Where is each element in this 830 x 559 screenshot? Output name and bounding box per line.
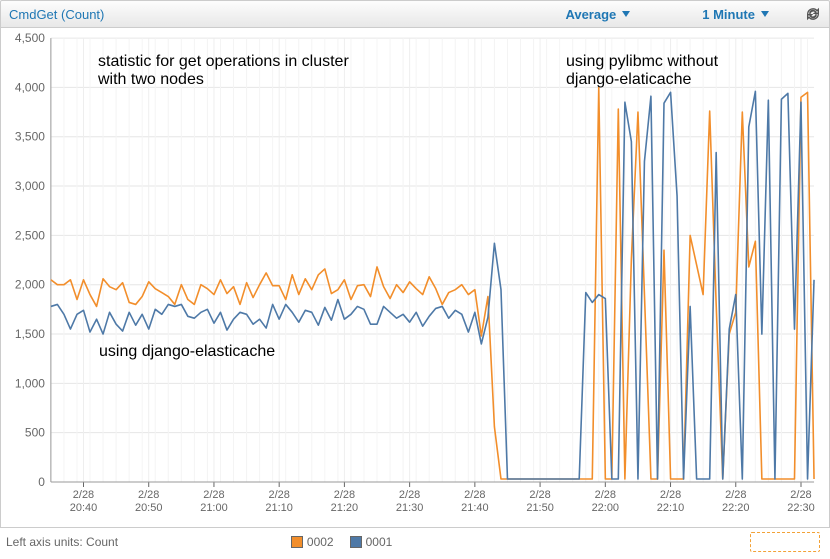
svg-text:22:00: 22:00 bbox=[592, 502, 619, 514]
selection-placeholder bbox=[750, 532, 820, 552]
svg-text:2/28: 2/28 bbox=[529, 489, 550, 501]
chart-toolbar: CmdGet (Count) Average 1 Minute bbox=[0, 0, 830, 28]
refresh-icon bbox=[805, 6, 821, 22]
chart-footer: Left axis units: Count 0002 0001 bbox=[0, 528, 830, 556]
period-label: 1 Minute bbox=[702, 7, 755, 22]
svg-text:22:20: 22:20 bbox=[722, 502, 749, 514]
chart-area: 0 500 1,000 1,500 2,000 2,500 3,000 3,500 4,000 4… bbox=[0, 28, 830, 528]
svg-text:22:30: 22:30 bbox=[787, 502, 814, 514]
svg-text:2,500: 2,500 bbox=[15, 228, 45, 242]
legend-label-0002: 0002 bbox=[307, 535, 334, 549]
svg-text:21:50: 21:50 bbox=[526, 502, 553, 514]
svg-text:2/28: 2/28 bbox=[464, 489, 485, 501]
svg-text:1,500: 1,500 bbox=[15, 327, 45, 341]
svg-text:2/28: 2/28 bbox=[268, 489, 289, 501]
svg-text:2/28: 2/28 bbox=[595, 489, 616, 501]
chevron-down-icon bbox=[622, 11, 630, 17]
refresh-button[interactable] bbox=[805, 6, 821, 22]
svg-text:2/28: 2/28 bbox=[334, 489, 355, 501]
svg-text:21:40: 21:40 bbox=[461, 502, 488, 514]
aggregation-label: Average bbox=[565, 7, 616, 22]
chevron-down-icon bbox=[761, 11, 769, 17]
aggregation-dropdown[interactable]: Average bbox=[559, 7, 636, 22]
svg-text:21:20: 21:20 bbox=[331, 502, 358, 514]
svg-text:500: 500 bbox=[25, 426, 45, 440]
period-dropdown[interactable]: 1 Minute bbox=[696, 7, 775, 22]
svg-text:2/28: 2/28 bbox=[660, 489, 681, 501]
svg-text:20:50: 20:50 bbox=[135, 502, 162, 514]
svg-text:2/28: 2/28 bbox=[203, 489, 224, 501]
svg-text:2,000: 2,000 bbox=[15, 278, 45, 292]
svg-text:20:40: 20:40 bbox=[70, 502, 97, 514]
svg-text:21:10: 21:10 bbox=[265, 502, 292, 514]
svg-text:21:30: 21:30 bbox=[396, 502, 423, 514]
svg-text:2/28: 2/28 bbox=[790, 489, 811, 501]
svg-text:2/28: 2/28 bbox=[725, 489, 746, 501]
legend-swatch-0001 bbox=[350, 536, 362, 548]
left-axis-units: Left axis units: Count bbox=[6, 535, 118, 549]
chart-title[interactable]: CmdGet (Count) bbox=[9, 7, 104, 22]
legend: 0002 0001 bbox=[291, 535, 404, 549]
svg-text:22:10: 22:10 bbox=[657, 502, 684, 514]
svg-text:3,000: 3,000 bbox=[15, 179, 45, 193]
legend-swatch-0002 bbox=[291, 536, 303, 548]
svg-text:0: 0 bbox=[38, 475, 45, 489]
svg-text:4,000: 4,000 bbox=[15, 80, 45, 94]
svg-text:4,500: 4,500 bbox=[15, 31, 45, 45]
line-chart: 0 500 1,000 1,500 2,000 2,500 3,000 3,500 4,000 4… bbox=[1, 28, 829, 527]
svg-text:21:00: 21:00 bbox=[200, 502, 227, 514]
svg-text:1,000: 1,000 bbox=[15, 376, 45, 390]
svg-text:3,500: 3,500 bbox=[15, 130, 45, 144]
svg-text:2/28: 2/28 bbox=[73, 489, 94, 501]
legend-label-0001: 0001 bbox=[366, 535, 393, 549]
svg-text:2/28: 2/28 bbox=[138, 489, 159, 501]
svg-text:2/28: 2/28 bbox=[399, 489, 420, 501]
